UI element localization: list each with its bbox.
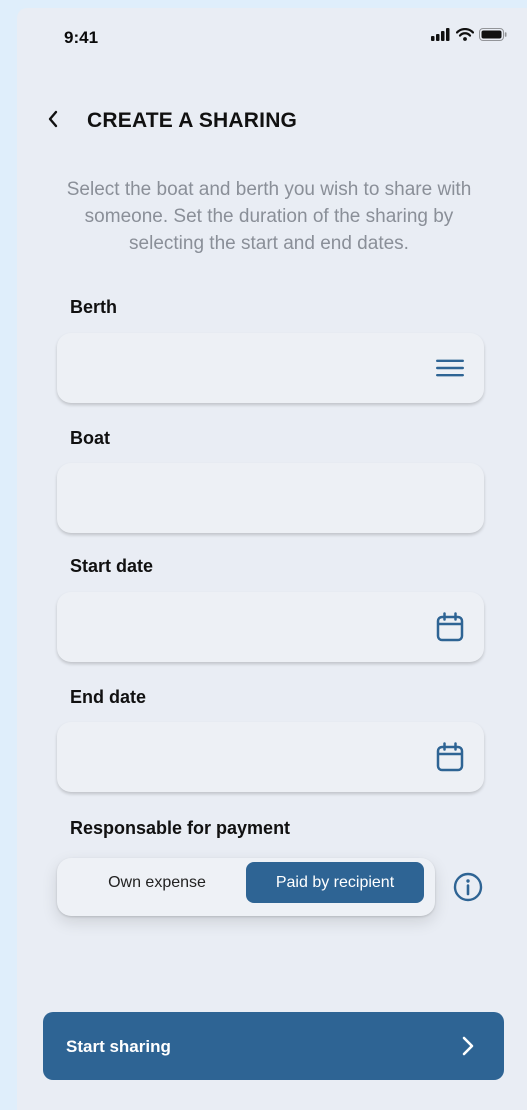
boat-label: Boat xyxy=(70,428,110,448)
option-own-expense[interactable]: Own expense xyxy=(67,862,247,903)
screen: 9:41 CREATE A SHARING Select the boat an… xyxy=(17,8,527,1110)
intro-text: Select the boat and berth you wish to sh… xyxy=(66,179,472,254)
berth-label: Berth xyxy=(70,297,118,317)
status-bar: 9:41 xyxy=(17,8,527,64)
chevron-right-icon xyxy=(462,1036,474,1056)
start-sharing-label: Start sharing xyxy=(66,1037,171,1056)
calendar-icon[interactable] xyxy=(436,612,464,642)
status-icons xyxy=(431,28,507,46)
start-sharing-button[interactable]: Start sharing xyxy=(43,1012,504,1080)
status-time: 9:41 xyxy=(64,28,99,47)
payment-label: Responsable for payment xyxy=(70,818,291,838)
menu-icon[interactable] xyxy=(436,354,464,382)
end-date-label: End date xyxy=(70,687,147,707)
signal-icon xyxy=(431,28,451,46)
berth-select[interactable] xyxy=(57,333,484,403)
start-date-label: Start date xyxy=(70,556,154,576)
header: CREATE A SHARING xyxy=(17,100,527,140)
calendar-icon[interactable] xyxy=(436,742,464,772)
page-title: CREATE A SHARING xyxy=(87,109,298,132)
boat-field[interactable] xyxy=(57,463,484,533)
end-date-field[interactable] xyxy=(57,722,484,792)
battery-icon xyxy=(479,28,507,46)
info-icon xyxy=(453,872,483,902)
info-button[interactable] xyxy=(451,870,485,904)
wifi-icon xyxy=(455,28,475,46)
start-date-field[interactable] xyxy=(57,592,484,662)
chevron-left-icon xyxy=(48,110,58,128)
option-paid-by-recipient[interactable]: Paid by recipient xyxy=(246,862,424,903)
back-button[interactable] xyxy=(41,106,65,132)
payment-toggle: Own expense Paid by recipient xyxy=(57,858,435,916)
